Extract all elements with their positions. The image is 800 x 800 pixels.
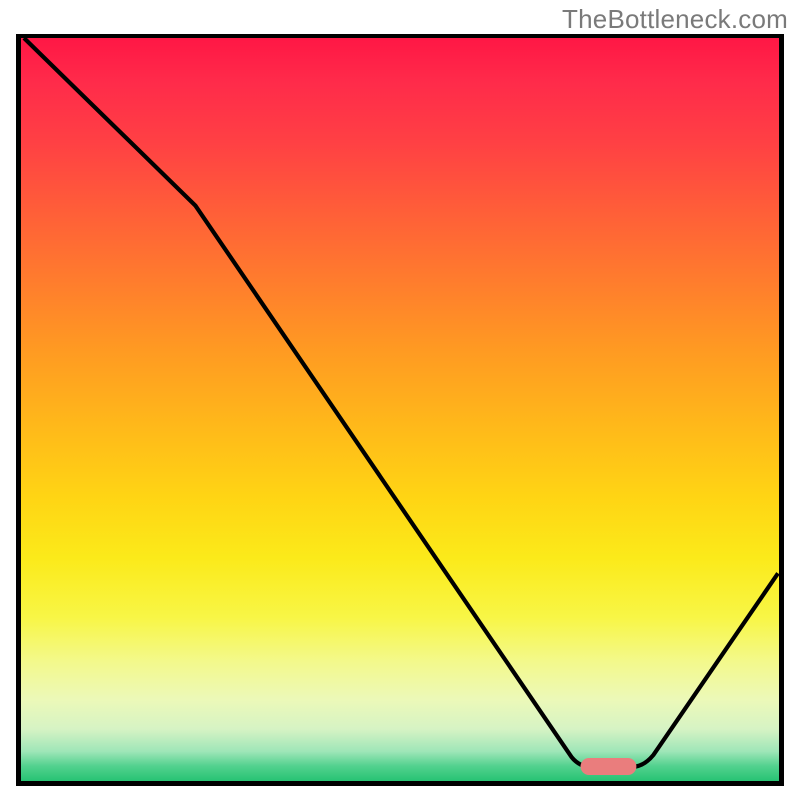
watermark-text: TheBottleneck.com xyxy=(562,4,788,35)
bottleneck-curve xyxy=(24,38,778,767)
chart-area xyxy=(16,34,784,786)
optimal-range-marker xyxy=(581,758,637,775)
chart-svg xyxy=(21,38,779,781)
